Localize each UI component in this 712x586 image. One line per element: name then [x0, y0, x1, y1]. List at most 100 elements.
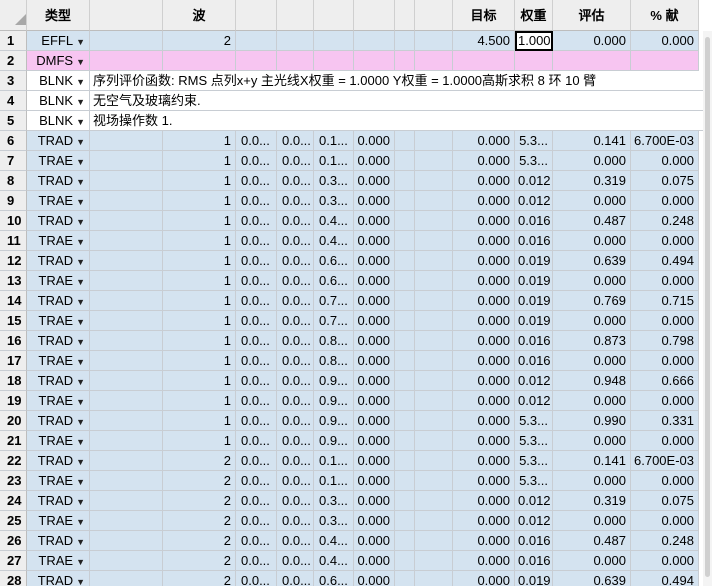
value-cell[interactable]: 0.639	[553, 251, 631, 271]
wave-cell[interactable]: 1	[163, 171, 236, 191]
contrib-cell[interactable]: 0.000	[631, 511, 699, 531]
param-cell-7[interactable]	[395, 291, 415, 311]
operand-type-select[interactable]: TRAD ▼	[27, 131, 90, 151]
column-header-wave[interactable]: 波	[163, 0, 236, 31]
value-cell[interactable]: 0.000	[553, 551, 631, 571]
px-cell[interactable]: 0.3...	[314, 191, 354, 211]
chevron-down-icon[interactable]: ▼	[76, 577, 85, 586]
target-cell[interactable]: 0.000	[453, 391, 515, 411]
py-cell[interactable]: 0.000	[354, 391, 395, 411]
param-cell-7[interactable]	[395, 171, 415, 191]
py-cell[interactable]: 0.000	[354, 271, 395, 291]
weight-cell[interactable]: 0.016	[515, 531, 553, 551]
chevron-down-icon[interactable]: ▼	[76, 317, 85, 327]
hx-cell[interactable]: 0.0...	[236, 531, 277, 551]
param-cell-8[interactable]	[415, 131, 453, 151]
chevron-down-icon[interactable]: ▼	[76, 557, 85, 567]
chevron-down-icon[interactable]: ▼	[76, 337, 85, 347]
row-number[interactable]: 3	[0, 71, 27, 91]
row-number[interactable]: 24	[0, 491, 27, 511]
column-header-type[interactable]: 类型	[27, 0, 90, 31]
value-cell[interactable]: 0.141	[553, 451, 631, 471]
weight-cell[interactable]: 0.012	[515, 171, 553, 191]
value-cell[interactable]: 0.000	[553, 471, 631, 491]
contrib-cell[interactable]: 0.075	[631, 171, 699, 191]
wave-cell[interactable]: 2	[163, 571, 236, 586]
param-cell-7[interactable]	[395, 131, 415, 151]
hx-cell[interactable]: 0.0...	[236, 151, 277, 171]
hx-cell[interactable]: 0.0...	[236, 351, 277, 371]
operand-type-select[interactable]: TRAE ▼	[27, 551, 90, 571]
row-number[interactable]: 11	[0, 231, 27, 251]
target-cell[interactable]: 0.000	[453, 171, 515, 191]
py-cell[interactable]: 0.000	[354, 331, 395, 351]
param-cell-1[interactable]	[90, 211, 163, 231]
weight-cell[interactable]: 0.016	[515, 351, 553, 371]
target-cell[interactable]: 0.000	[453, 151, 515, 171]
chevron-down-icon[interactable]: ▼	[76, 517, 85, 527]
value-cell[interactable]: 0.319	[553, 171, 631, 191]
param-cell-8[interactable]	[415, 291, 453, 311]
row-number[interactable]: 27	[0, 551, 27, 571]
hx-cell[interactable]: 0.0...	[236, 271, 277, 291]
px-cell[interactable]: 0.9...	[314, 391, 354, 411]
value-cell[interactable]: 0.000	[553, 511, 631, 531]
comment-text-cell[interactable]: 视场操作数 1.	[90, 111, 712, 131]
weight-cell[interactable]: 0.012	[515, 491, 553, 511]
vertical-scrollbar[interactable]	[703, 31, 712, 586]
py-cell[interactable]: 0.000	[354, 151, 395, 171]
weight-cell[interactable]: 0.019	[515, 271, 553, 291]
weight-cell[interactable]: 0.016	[515, 231, 553, 251]
param-cell-7[interactable]	[395, 331, 415, 351]
operand-type-select[interactable]: TRAE ▼	[27, 471, 90, 491]
param-cell-1[interactable]	[90, 371, 163, 391]
operand-type-select[interactable]: TRAE ▼	[27, 151, 90, 171]
hx-cell[interactable]: 0.0...	[236, 431, 277, 451]
py-cell[interactable]: 0.000	[354, 531, 395, 551]
wave-cell[interactable]: 1	[163, 411, 236, 431]
row-number[interactable]: 15	[0, 311, 27, 331]
px-cell[interactable]: 0.4...	[314, 211, 354, 231]
px-cell[interactable]	[314, 31, 354, 51]
value-cell[interactable]: 0.873	[553, 331, 631, 351]
row-number[interactable]: 13	[0, 271, 27, 291]
px-cell[interactable]: 0.4...	[314, 531, 354, 551]
py-cell[interactable]: 0.000	[354, 491, 395, 511]
chevron-down-icon[interactable]: ▼	[76, 357, 85, 367]
py-cell[interactable]	[354, 51, 395, 71]
value-cell[interactable]: 0.000	[553, 31, 631, 51]
param-cell-8[interactable]	[415, 571, 453, 586]
operand-type-select[interactable]: TRAD ▼	[27, 331, 90, 351]
target-cell[interactable]: 0.000	[453, 491, 515, 511]
hy-cell[interactable]: 0.0...	[277, 471, 314, 491]
weight-cell[interactable]: 0.019	[515, 251, 553, 271]
wave-cell[interactable]: 2	[163, 531, 236, 551]
operand-type-select[interactable]: DMFS ▼	[27, 51, 90, 71]
wave-cell[interactable]: 2	[163, 451, 236, 471]
operand-type-select[interactable]: TRAD ▼	[27, 291, 90, 311]
chevron-down-icon[interactable]: ▼	[76, 217, 85, 227]
weight-cell[interactable]: 0.012	[515, 371, 553, 391]
px-cell[interactable]: 0.8...	[314, 331, 354, 351]
weight-cell[interactable]	[515, 51, 553, 71]
param-cell-8[interactable]	[415, 191, 453, 211]
px-cell[interactable]: 0.1...	[314, 131, 354, 151]
py-cell[interactable]: 0.000	[354, 351, 395, 371]
contrib-cell[interactable]: 0.331	[631, 411, 699, 431]
chevron-down-icon[interactable]: ▼	[76, 117, 85, 127]
contrib-cell[interactable]: 0.798	[631, 331, 699, 351]
wave-cell[interactable]: 2	[163, 551, 236, 571]
row-number[interactable]: 4	[0, 91, 27, 111]
hy-cell[interactable]: 0.0...	[277, 151, 314, 171]
contrib-cell[interactable]: 0.000	[631, 351, 699, 371]
value-cell[interactable]: 0.000	[553, 311, 631, 331]
param-cell-8[interactable]	[415, 151, 453, 171]
operand-type-select[interactable]: TRAD ▼	[27, 211, 90, 231]
param-cell-8[interactable]	[415, 51, 453, 71]
row-number[interactable]: 14	[0, 291, 27, 311]
hx-cell[interactable]: 0.0...	[236, 511, 277, 531]
param-cell-1[interactable]	[90, 431, 163, 451]
wave-cell[interactable]: 1	[163, 311, 236, 331]
value-cell[interactable]: 0.000	[553, 151, 631, 171]
hy-cell[interactable]: 0.0...	[277, 331, 314, 351]
